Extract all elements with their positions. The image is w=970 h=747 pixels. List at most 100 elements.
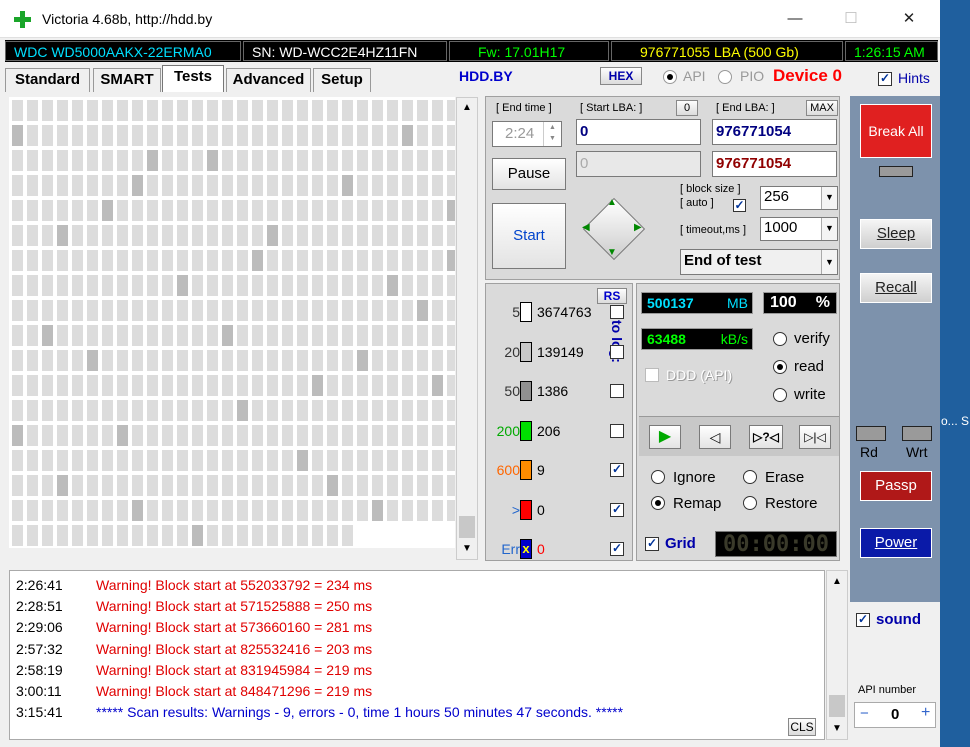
grid-cell	[342, 425, 353, 446]
grid-cell	[57, 175, 68, 196]
stat-log-checkbox[interactable]	[610, 423, 624, 438]
grid-cell	[57, 325, 68, 346]
pad-left-icon[interactable]: ◀	[582, 222, 590, 233]
pause-button[interactable]: Pause	[492, 158, 566, 190]
log-time: 2:26:41	[16, 577, 63, 593]
close-button[interactable]: ✕	[886, 0, 932, 38]
maximize-button[interactable]: ☐	[828, 0, 874, 38]
write-radio[interactable]	[773, 388, 787, 402]
timeout-select[interactable]: 1000 ▼	[760, 217, 838, 241]
end-lba-max-button[interactable]: MAX	[806, 100, 838, 116]
stat-log-checkbox[interactable]: ✓	[610, 542, 624, 556]
back-button[interactable]: ◁	[699, 425, 731, 449]
block-auto-checkbox[interactable]: ✓	[733, 199, 746, 212]
scan-block-grid	[9, 97, 455, 548]
write-label: write	[794, 386, 826, 403]
clear-log-button[interactable]: CLS	[788, 718, 816, 736]
read-radio[interactable]	[773, 360, 787, 374]
pad-right-icon[interactable]: ▶	[634, 222, 642, 233]
grid-cell	[327, 525, 338, 546]
end-lba-input[interactable]: 976771054	[712, 119, 837, 145]
grid-cell	[42, 250, 53, 271]
grid-cell	[192, 225, 203, 246]
scroll-up-icon[interactable]: ▲	[832, 576, 842, 587]
start-lba-zero-button[interactable]: 0	[676, 100, 698, 116]
erase-label: Erase	[765, 469, 805, 486]
test-mode-select[interactable]: End of test ▼	[680, 249, 838, 275]
hdd-by-link[interactable]: HDD.BY	[459, 68, 513, 84]
grid-cell	[237, 275, 248, 296]
start-lba-label: [ Start LBA: ]	[580, 102, 643, 114]
sleep-button[interactable]: Sleep	[860, 219, 932, 249]
restore-radio[interactable]	[743, 496, 757, 510]
tab-setup[interactable]: Setup	[313, 68, 371, 92]
pad-up-icon[interactable]: ▲	[607, 197, 617, 208]
tab-standard[interactable]: Standard	[5, 68, 90, 92]
grid-cell	[57, 450, 68, 471]
api-number-spinner[interactable]: − 0 +	[854, 702, 936, 728]
remap-radio[interactable]	[651, 496, 665, 510]
tab-advanced[interactable]: Advanced	[226, 68, 311, 92]
grid-cell	[297, 475, 308, 496]
end-time-spinner[interactable]: ▲ ▼	[543, 122, 561, 146]
grid-cell	[72, 275, 83, 296]
end-button[interactable]: ▷|◁	[799, 425, 831, 449]
start-button[interactable]: Start	[492, 203, 566, 269]
plus-icon[interactable]: +	[921, 704, 930, 722]
scroll-thumb[interactable]	[829, 695, 845, 717]
scroll-down-icon[interactable]: ▼	[462, 543, 472, 554]
hex-button[interactable]: HEX	[600, 67, 642, 85]
stat-row: 600 9 ✓	[486, 460, 632, 484]
grid-cell	[342, 175, 353, 196]
recall-button[interactable]: Recall	[860, 273, 932, 303]
api-radio[interactable]	[663, 70, 677, 84]
grid-cell	[417, 100, 428, 121]
hints-checkbox[interactable]: ✓	[878, 72, 892, 86]
stat-log-checkbox[interactable]: ✓	[610, 502, 624, 517]
ddd-api-checkbox[interactable]	[645, 368, 659, 382]
device-label[interactable]: Device 0	[773, 66, 842, 86]
stat-log-checkbox[interactable]: ✓	[610, 463, 624, 477]
sound-checkbox[interactable]: ✓	[856, 613, 870, 627]
grid-cell	[162, 200, 173, 221]
grid-cell	[117, 325, 128, 346]
grid-cell	[102, 500, 113, 521]
break-all-button[interactable]: Break All	[860, 104, 932, 158]
tab-tests[interactable]: Tests	[162, 65, 224, 92]
scroll-down-icon[interactable]: ▼	[832, 723, 842, 734]
play-button[interactable]: ▶	[649, 425, 681, 449]
grid-cell	[147, 275, 158, 296]
pio-radio[interactable]	[718, 70, 732, 84]
scroll-up-icon[interactable]: ▲	[462, 102, 472, 113]
minus-icon[interactable]: −	[860, 705, 869, 722]
grid-scrollbar[interactable]: ▲ ▼	[456, 97, 478, 560]
seek-button[interactable]: ▷?◁	[749, 425, 783, 449]
grid-cell	[222, 525, 233, 546]
playback-bar: ▶ ◁ ▷?◁ ▷|◁	[639, 416, 839, 456]
grid-cell	[207, 425, 218, 446]
start-lba-input[interactable]: 0	[576, 119, 701, 145]
grid-checkbox[interactable]: ✓	[645, 537, 659, 551]
pad-down-icon[interactable]: ▼	[607, 247, 617, 258]
grid-cell	[102, 275, 113, 296]
passp-button[interactable]: Passp	[860, 471, 932, 501]
minimize-button[interactable]: —	[772, 0, 818, 38]
direction-pad[interactable]: ▲ ◀ ▶ ▼	[578, 193, 650, 265]
grid-cell	[12, 300, 23, 321]
ignore-radio[interactable]	[651, 470, 665, 484]
verify-radio[interactable]	[773, 332, 787, 346]
grid-cell	[207, 200, 218, 221]
stat-log-checkbox[interactable]	[610, 305, 624, 319]
stat-log-checkbox[interactable]	[610, 384, 624, 398]
power-button[interactable]: Power	[860, 528, 932, 558]
api-label: API	[683, 68, 706, 84]
tab-smart[interactable]: SMART	[93, 68, 161, 92]
scroll-thumb[interactable]	[459, 516, 475, 538]
grid-cell	[387, 175, 398, 196]
end-time-input[interactable]: 2:24 ▲ ▼	[492, 121, 562, 147]
block-size-select[interactable]: 256 ▼	[760, 186, 838, 210]
erase-radio[interactable]	[743, 470, 757, 484]
stat-log-checkbox[interactable]	[610, 344, 624, 359]
grid-cell	[12, 225, 23, 246]
log-scrollbar[interactable]: ▲ ▼	[826, 570, 848, 740]
